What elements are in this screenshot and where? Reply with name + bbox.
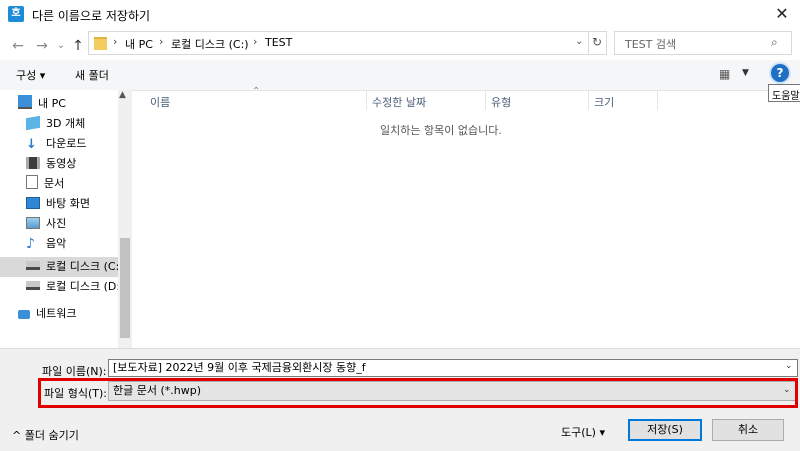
divider bbox=[588, 32, 589, 54]
up-arrow-icon[interactable]: ↑ bbox=[68, 36, 88, 56]
back-arrow-icon[interactable]: ← bbox=[8, 36, 28, 56]
sidebar-item-label: 로컬 디스크 (D:) bbox=[46, 280, 125, 293]
sidebar-item-documents[interactable]: 문서 bbox=[26, 174, 126, 194]
sidebar-item-downloads[interactable]: ↓ 다운로드 bbox=[26, 134, 126, 154]
view-options-chevron-icon[interactable]: ▼ bbox=[742, 68, 749, 78]
sidebar-item-videos[interactable]: 동영상 bbox=[26, 154, 126, 174]
sidebar-item-label: 음악 bbox=[46, 237, 67, 250]
window-title: 다른 이름으로 저장하기 bbox=[32, 9, 151, 23]
column-divider[interactable] bbox=[366, 90, 367, 110]
sidebar-item-label: 다운로드 bbox=[46, 137, 87, 150]
sidebar-item-3d-objects[interactable]: 3D 개체 bbox=[26, 114, 126, 134]
command-bar: 구성 ▾ 새 폴더 ▦ ▼ bbox=[0, 60, 800, 91]
address-bar[interactable]: › 내 PC › 로컬 디스크 (C:) › TEST ⌄ ↻ bbox=[88, 31, 607, 55]
3d-objects-icon bbox=[26, 115, 40, 131]
filename-input[interactable]: [보도자료] 2022년 9월 이후 국제금융외환시장 동향_f bbox=[108, 359, 798, 377]
drive-icon bbox=[26, 281, 40, 290]
column-header-type[interactable]: 유형 bbox=[491, 94, 511, 110]
column-divider[interactable] bbox=[657, 90, 658, 110]
scroll-up-arrow-icon[interactable]: ▲ bbox=[119, 90, 126, 100]
pictures-icon bbox=[26, 217, 40, 229]
sidebar-item-label: 사진 bbox=[46, 217, 67, 230]
video-icon bbox=[26, 157, 40, 169]
breadcrumb-separator[interactable]: › bbox=[159, 35, 163, 48]
column-header-date-modified[interactable]: 수정한 날짜 bbox=[372, 94, 426, 110]
help-button[interactable]: ? bbox=[771, 64, 789, 82]
breadcrumb-local-disk-c[interactable]: 로컬 디스크 (C:) bbox=[171, 36, 249, 52]
network-icon bbox=[18, 310, 30, 319]
organize-button[interactable]: 구성 ▾ bbox=[16, 67, 45, 83]
view-options-icon[interactable]: ▦ bbox=[719, 67, 730, 81]
breadcrumb-test[interactable]: TEST bbox=[265, 36, 292, 49]
breadcrumb-this-pc[interactable]: 내 PC bbox=[125, 36, 153, 52]
new-folder-button[interactable]: 새 폴더 bbox=[75, 67, 109, 83]
sidebar-item-label: 로컬 디스크 (C:) bbox=[46, 260, 124, 273]
sidebar-item-label: 네트워크 bbox=[36, 307, 77, 320]
breadcrumb-separator[interactable]: › bbox=[253, 35, 257, 48]
forward-arrow-icon[interactable]: → bbox=[32, 36, 52, 56]
sort-ascending-icon: ⌃ bbox=[252, 86, 261, 97]
hwp-app-icon: 호 bbox=[8, 6, 24, 22]
sidebar-item-network[interactable]: 네트워크 bbox=[18, 304, 118, 324]
filename-dropdown-icon[interactable]: ⌄ bbox=[785, 361, 793, 371]
sidebar-item-pictures[interactable]: 사진 bbox=[26, 214, 126, 234]
music-icon: ♪ bbox=[26, 236, 35, 252]
download-icon: ↓ bbox=[26, 137, 37, 152]
column-header-name[interactable]: 이름 bbox=[150, 94, 170, 110]
scrollbar-thumb[interactable] bbox=[120, 238, 130, 338]
refresh-icon[interactable]: ↻ bbox=[592, 35, 602, 49]
column-header-size[interactable]: 크기 bbox=[594, 94, 614, 110]
column-divider[interactable] bbox=[485, 90, 486, 110]
sidebar-item-label: 3D 개체 bbox=[46, 117, 86, 130]
sidebar-item-local-disk-d[interactable]: 로컬 디스크 (D:) bbox=[26, 277, 126, 297]
breadcrumb-separator: › bbox=[113, 35, 118, 48]
recent-locations-chevron-icon[interactable]: ⌄ bbox=[54, 36, 68, 56]
desktop-icon bbox=[26, 197, 40, 209]
filename-label: 파일 이름(N): bbox=[42, 365, 107, 378]
empty-folder-message: 일치하는 항목이 없습니다. bbox=[380, 124, 502, 137]
sidebar-item-label: 동영상 bbox=[46, 157, 77, 170]
column-divider[interactable] bbox=[588, 90, 589, 110]
search-icon[interactable]: ⌕ bbox=[771, 35, 778, 50]
tools-dropdown-button[interactable]: 도구(L) ▾ bbox=[561, 424, 605, 440]
sidebar-item-label: 문서 bbox=[44, 177, 65, 190]
sidebar-item-desktop[interactable]: 바탕 화면 bbox=[26, 194, 126, 214]
sidebar-item-this-pc[interactable]: 내 PC bbox=[18, 94, 118, 114]
close-button[interactable]: ✕ bbox=[764, 0, 800, 28]
annotation-highlight-box bbox=[38, 378, 798, 408]
pc-icon bbox=[18, 95, 32, 109]
sidebar-item-label: 바탕 화면 bbox=[46, 197, 90, 210]
drive-icon bbox=[26, 261, 40, 270]
search-placeholder: TEST 검색 bbox=[625, 38, 677, 51]
address-dropdown-icon[interactable]: ⌄ bbox=[575, 36, 583, 47]
sidebar-item-label: 내 PC bbox=[38, 97, 66, 110]
hide-folders-button[interactable]: ^ 폴더 숨기기 bbox=[12, 427, 79, 443]
search-input[interactable]: TEST 검색 ⌕ bbox=[614, 31, 792, 55]
sidebar-item-music[interactable]: ♪ 음악 bbox=[26, 234, 126, 254]
cancel-button[interactable]: 취소 bbox=[712, 419, 784, 441]
save-button[interactable]: 저장(S) bbox=[628, 419, 702, 441]
folder-icon bbox=[94, 37, 107, 50]
document-icon bbox=[26, 175, 38, 189]
sidebar-item-local-disk-c[interactable]: 로컬 디스크 (C:) bbox=[26, 257, 126, 277]
